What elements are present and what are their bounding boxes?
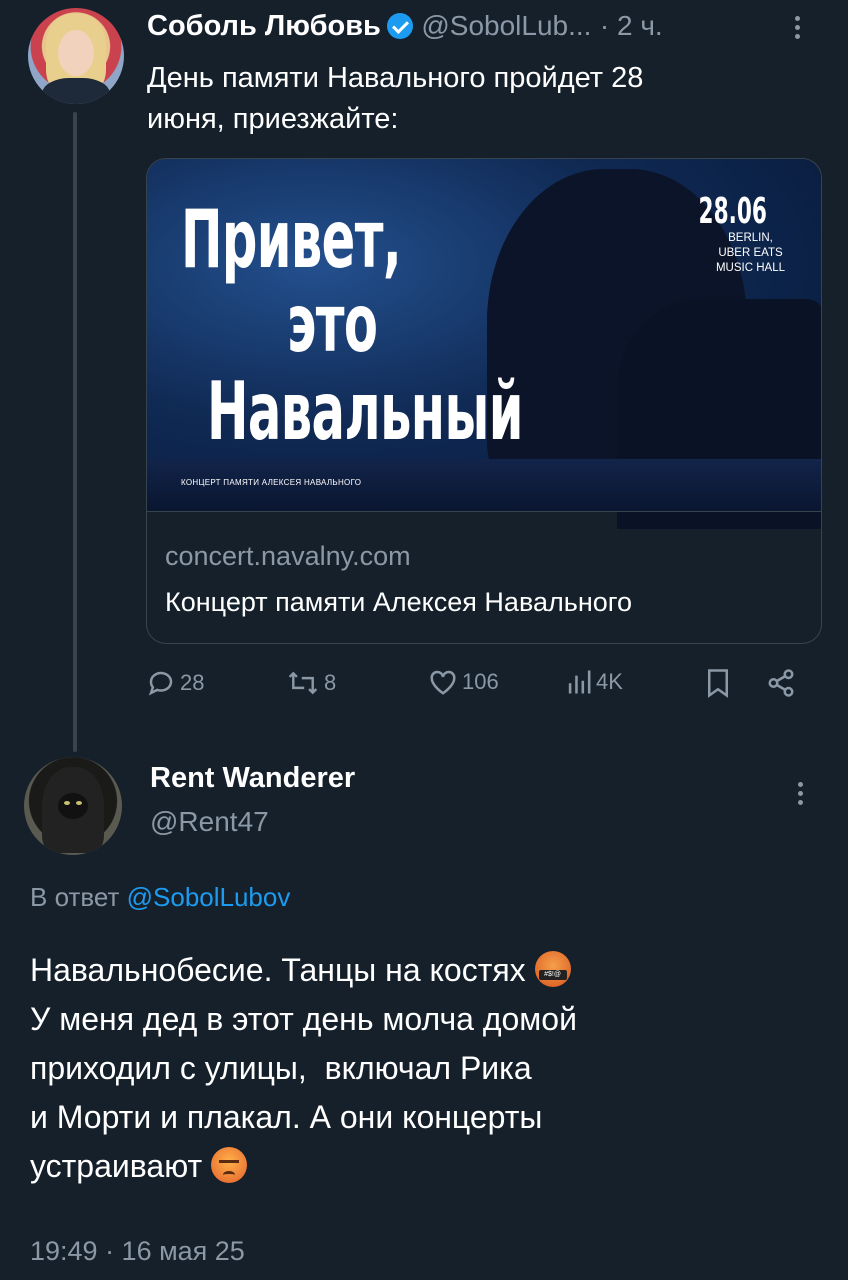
author-handle[interactable]: @SobolLub... [421, 10, 591, 41]
reply-text-line: и Морти и плакал. А они концерты [30, 1099, 543, 1135]
like-icon [430, 670, 456, 695]
poster-venue-line: BERLIN, [728, 232, 773, 244]
kebab-menu-icon[interactable] [793, 780, 807, 809]
card-divider [147, 511, 821, 512]
reply-text-line: устраивают [30, 1148, 203, 1184]
reply-text-line: приходил с улицы, включал Рика [30, 1050, 532, 1086]
bookmark-icon [708, 669, 728, 698]
author-name[interactable]: Соболь Любовь [147, 10, 381, 42]
author-avatar[interactable] [28, 8, 124, 104]
like-button[interactable]: 106 [428, 668, 499, 696]
views-button[interactable]: 4K [566, 668, 623, 696]
reply-text-line: Навальнобесие. Танцы на костях [30, 952, 526, 988]
views-count: 4K [596, 669, 623, 694]
tweet-text: День памяти Навального пройдет 28 июня, … [147, 58, 643, 140]
views-icon [568, 670, 591, 694]
reply-timestamp[interactable]: 19:49 · 16 мая 25 [30, 1236, 245, 1267]
reply-text-line: У меня дед в этот день молча домой [30, 1001, 577, 1037]
retweet-count: 8 [324, 670, 337, 695]
thread-connector-line [73, 112, 77, 752]
share-icon [768, 669, 794, 697]
reply-to-handle[interactable]: @SobolLubov [127, 882, 291, 912]
card-domain[interactable]: concert.navalny.com [165, 541, 411, 572]
share-button[interactable] [766, 668, 796, 698]
reply-prefix: В ответ [30, 882, 120, 912]
poster-date: 28.06 [698, 191, 767, 232]
poster-subtitle: КОНЦЕРТ ПАМЯТИ АЛЕКСЕЯ НАВАЛЬНОГО [181, 478, 362, 487]
tweet-text-line: июня, приезжайте: [147, 103, 399, 135]
reply-icon [148, 671, 173, 696]
tweet-header: Соболь Любовь @SobolLub... · 2 ч. [147, 10, 663, 43]
bookmark-button[interactable] [706, 668, 730, 698]
poster-venue: BERLIN, UBER EATS MUSIC HALL [716, 231, 785, 276]
poster-title-line1: Привет, [181, 193, 402, 286]
tweet-time[interactable]: · 2 ч. [600, 10, 663, 41]
reply-count: 28 [180, 670, 205, 695]
reply-text: Навальнобесие. Танцы на костях У меня де… [30, 946, 830, 1191]
tweet-text-line: День памяти Навального пройдет 28 [147, 62, 644, 94]
reply-context: В ответ @SobolLubov [30, 882, 290, 913]
face-with-symbols-emoji [534, 951, 571, 987]
reply-author-handle[interactable]: @Rent47 [150, 806, 269, 838]
card-image[interactable]: Привет, это Навальный 28.06 BERLIN, UBER… [147, 159, 821, 529]
reply-button[interactable]: 28 [146, 668, 204, 698]
reply-author-avatar[interactable] [24, 757, 122, 855]
poster-venue-line: UBER EATS [718, 247, 783, 259]
angry-face-emoji [211, 1147, 248, 1183]
retweet-icon [288, 671, 318, 695]
retweet-button[interactable]: 8 [286, 668, 336, 698]
card-title[interactable]: Концерт памяти Алексея Навального [165, 587, 632, 618]
kebab-menu-icon[interactable] [790, 14, 804, 43]
reply-author-name[interactable]: Rent Wanderer [150, 762, 355, 795]
poster-title-line2: это [287, 277, 378, 370]
poster-title-line3: Навальный [207, 365, 523, 458]
link-card[interactable]: Привет, это Навальный 28.06 BERLIN, UBER… [146, 158, 822, 644]
poster-venue-line: MUSIC HALL [715, 262, 785, 274]
verified-badge-icon [386, 13, 413, 39]
like-count: 106 [462, 669, 499, 694]
